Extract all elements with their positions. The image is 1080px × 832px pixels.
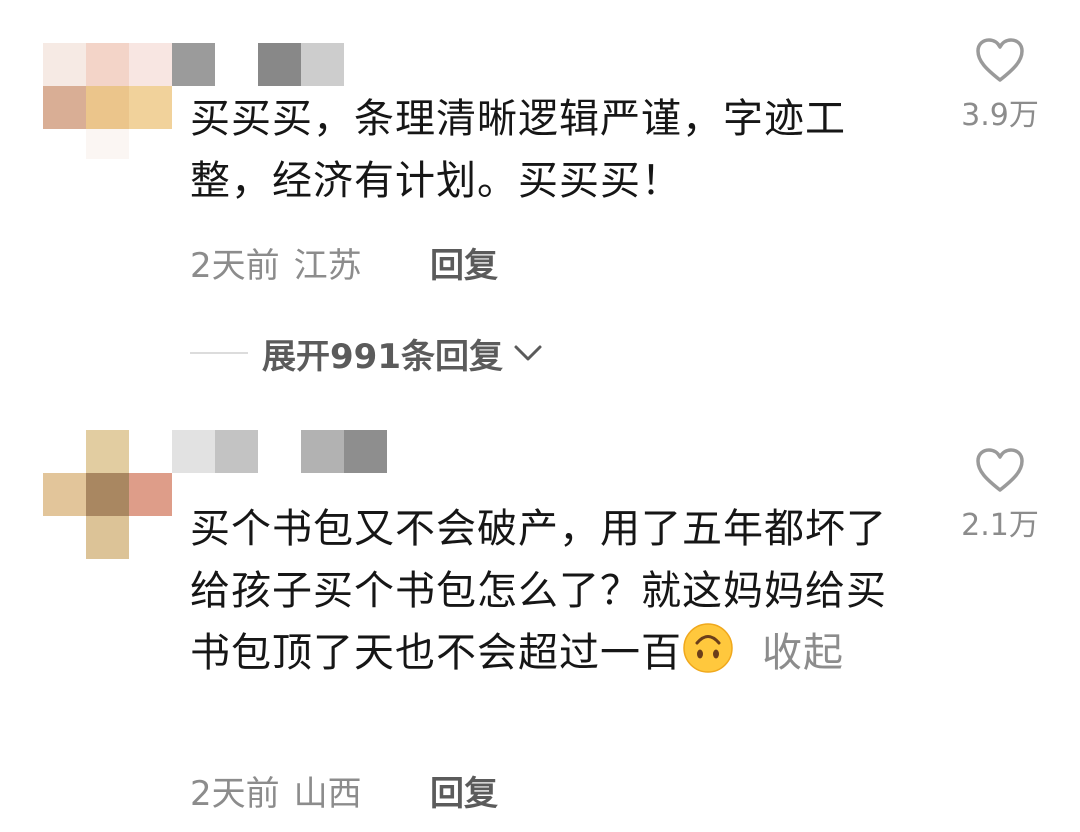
comment-location: 江苏 [293, 246, 362, 286]
expand-replies-button[interactable]: 展开991条回复 [190, 328, 543, 378]
heart-icon [976, 448, 1024, 492]
reply-button[interactable]: 回复 [430, 766, 498, 815]
heart-icon [976, 38, 1024, 82]
like-count: 2.1万 [961, 508, 1039, 543]
expand-replies-label: 展开991条回复 [262, 336, 503, 377]
comment-meta: 2天前 山西 [190, 766, 362, 815]
comment-time: 2天前 [190, 774, 280, 814]
collapse-button[interactable]: 收起 [762, 630, 844, 676]
chevron-down-icon [514, 345, 542, 361]
reply-button[interactable]: 回复 [430, 238, 498, 287]
like-button[interactable]: 2.1万 [950, 446, 1050, 544]
comment-time: 2天前 [190, 246, 280, 286]
comment-meta: 2天前 江苏 [190, 238, 362, 287]
comment-text: 买买买，条理清晰逻辑严谨，字迹工整，经济有计划。买买买！ [190, 96, 846, 204]
like-count: 3.9万 [961, 98, 1039, 133]
upside-down-face-icon [683, 623, 733, 673]
comment-text: 买个书包又不会破产，用了五年都坏了给孩子买个书包怎么了？就这妈妈给买书包顶了天也… [190, 498, 890, 684]
like-button[interactable]: 3.9万 [950, 36, 1050, 134]
divider-line [190, 352, 248, 354]
comment-location: 山西 [293, 774, 362, 814]
comment-list: 买买买，条理清晰逻辑严谨，字迹工整，经济有计划。买买买！ 2天前 江苏 回复 3.… [0, 0, 1080, 832]
